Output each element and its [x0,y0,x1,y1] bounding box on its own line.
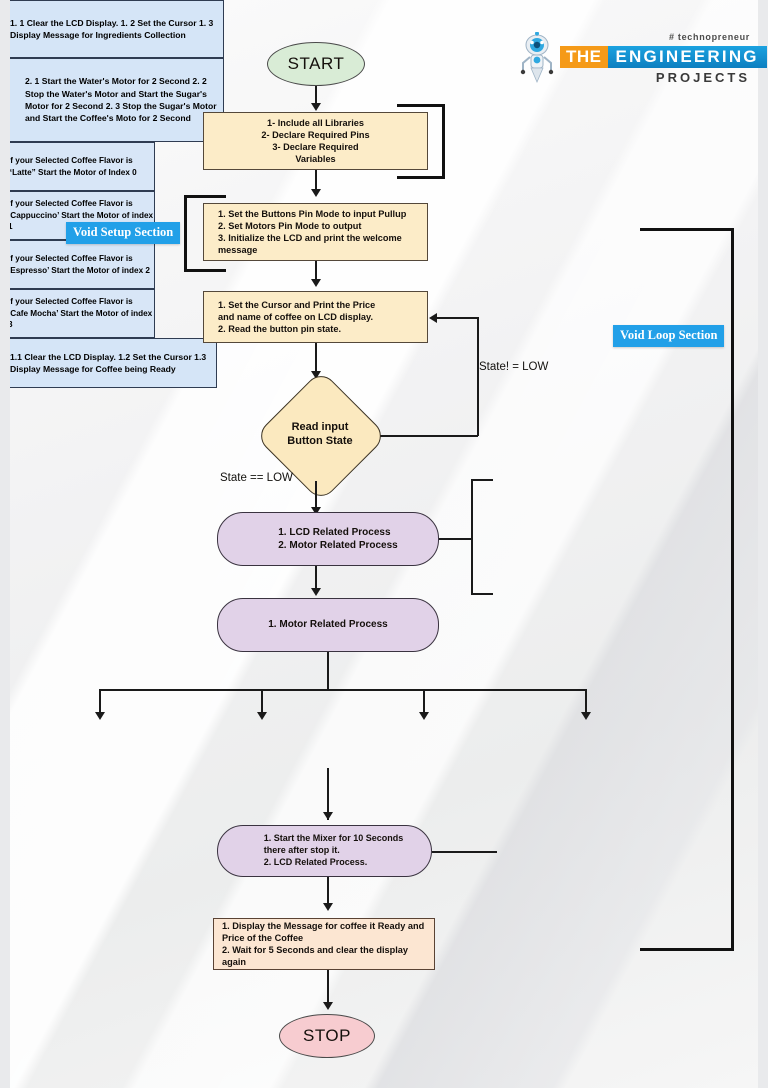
connector-decision-to-loopback [368,435,478,437]
arrowhead-mixer-to-final [323,903,333,911]
process-setup: 1. Set the Buttons Pin Mode to input Pul… [203,203,428,261]
connector-lcdmotor-to-details [439,538,472,540]
bracket-init-top [397,104,445,107]
process-lcd-price: 1. Set the Cursor and Print the Price an… [203,291,428,343]
badge-void-loop-section: Void Loop Section [613,325,725,347]
process-mixer-text: 1. Start the Mixer for 10 Seconds there … [263,833,404,867]
process-lcd-price-text: 1. Set the Cursor and Print the Price an… [218,299,376,335]
branch-box-latte-text: If your Selected Coffee Flavor is “Latte… [8,155,137,177]
process-init: 1- Include all Libraries 2- Declare Requ… [203,112,428,170]
arrowhead-setup-to-lcdprice [311,279,321,287]
note-motor-detail-text: 2. 1 Start the Water's Motor for 2 Secon… [25,76,217,124]
arrowhead-final-to-stop [323,1002,333,1010]
branch-box-espresso: If your Selected Coffee Flavor is ‘Espre… [0,240,155,289]
terminal-stop: STOP [279,1014,375,1058]
arrowhead-loopback-to-lcdprice [429,313,437,323]
logo-word-projects: PROJECTS [655,70,750,85]
note-ready-detail-text: 1.1 Clear the LCD Display. 1.2 Set the C… [10,351,207,374]
robot-mascot-icon [520,31,554,84]
note-lcd-detail-text: 1. 1 Clear the LCD Display. 1. 2 Set the… [10,17,214,40]
page-right-edge [758,0,768,1088]
process-setup-text: 1. Set the Buttons Pin Mode to input Pul… [218,208,407,256]
process-final-display: 1. Display the Message for coffee it Rea… [213,918,435,970]
bracket-setup-left [184,195,187,271]
connector-loopback-vertical [477,317,479,436]
process-lcd-motor-text: 1. LCD Related Process 2. Motor Related … [278,526,398,551]
bracket-loop-top [640,228,734,231]
note-ready-detail: 1.1 Clear the LCD Display. 1.2 Set the C… [0,338,217,388]
arrowhead-lcdmotor-to-motor [311,588,321,596]
arrowhead-branch-2 [257,712,267,720]
arrowhead-init-to-setup [311,189,321,197]
bracket-loop-bottom [640,948,734,951]
branch-box-cafe-mocha: If your Selected Coffee Flavor is ‘Cafe … [0,289,155,338]
bracket-setup-top [184,195,226,198]
decision-read-button-state-label: Read input Button State [287,421,353,447]
branch-bus-horizontal [99,689,586,691]
connector-mixer-to-ready-note [432,851,497,853]
note-lcd-detail: 1. 1 Clear the LCD Display. 1. 2 Set the… [0,0,224,58]
bracket-init-right [442,104,445,178]
arrowhead-branch-3 [419,712,429,720]
branch-box-cafe-mocha-text: If your Selected Coffee Flavor is ‘Cafe … [8,296,153,330]
arrowhead-start-to-init [311,103,321,111]
connector-details-bus [471,479,473,595]
bracket-loop-right [731,228,734,950]
connector-loopback-horizontal [437,317,478,319]
badge-void-setup-section: Void Setup Section [66,222,181,244]
process-motor: 1. Motor Related Process [217,598,439,652]
process-init-text: 1- Include all Libraries 2- Declare Requ… [261,117,370,165]
logo-word-engineering: ENGINEERING [607,46,767,68]
process-motor-text: 1. Motor Related Process [268,619,388,631]
flowchart-canvas: # technopreneur THE ENGINEERING PROJECTS… [0,0,768,1088]
arrowhead-branch-4 [581,712,591,720]
terminal-start: START [267,42,365,86]
arrowhead-branch-1 [95,712,105,720]
edge-label-state-low: State == LOW [220,472,293,484]
bracket-init-bottom [397,176,445,179]
branch-box-latte: If your Selected Coffee Flavor is “Latte… [0,142,155,191]
connector-details-to-lcd-note [471,479,493,481]
process-lcd-motor: 1. LCD Related Process 2. Motor Related … [217,512,439,566]
logo-wordmark: THE ENGINEERING [560,46,767,68]
logo-tagline: # technopreneur [668,32,750,42]
connector-motor-to-branch-bus [327,652,329,690]
branch-box-espresso-text: If your Selected Coffee Flavor is ‘Espre… [8,253,150,275]
brand-logo: # technopreneur THE ENGINEERING PROJECTS [520,31,767,94]
process-mixer: 1. Start the Mixer for 10 Seconds there … [217,825,432,877]
page-left-edge [0,0,10,1088]
process-final-display-text: 1. Display the Message for coffee it Rea… [222,920,425,968]
note-motor-detail: 2. 1 Start the Water's Motor for 2 Secon… [0,58,224,142]
logo-word-the: THE [560,46,608,68]
edge-label-state-not-low: State! = LOW [479,361,549,373]
bracket-setup-bottom [184,269,226,272]
arrowhead-branches-to-mixer [323,812,333,820]
connector-details-to-motor-note [471,593,493,595]
